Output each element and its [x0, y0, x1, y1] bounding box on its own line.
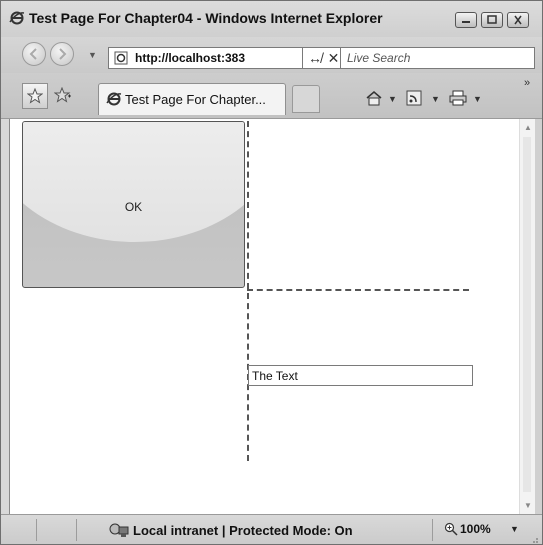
intranet-icon — [109, 522, 129, 543]
ie-logo-icon — [9, 10, 25, 26]
maximize-button[interactable] — [481, 12, 503, 28]
minimize-button[interactable] — [455, 12, 477, 28]
forward-arrow-icon — [59, 48, 67, 60]
history-dropdown-icon[interactable]: ▼ — [88, 50, 97, 60]
address-bar[interactable]: http://localhost:383 ▼ — [108, 47, 330, 69]
scroll-up-arrow-icon[interactable]: ▲ — [524, 123, 532, 132]
print-dropdown-icon[interactable]: ▼ — [473, 94, 482, 104]
scroll-down-arrow-icon[interactable]: ▼ — [524, 501, 532, 510]
new-tab-button[interactable] — [292, 85, 320, 113]
home-dropdown-icon[interactable]: ▼ — [388, 94, 397, 104]
stop-button[interactable]: ✕ — [327, 47, 341, 69]
add-favorites-button[interactable] — [50, 83, 76, 109]
tab-bar: Test Page For Chapter... ▼ ▼ ▼ » — [1, 73, 542, 119]
vertical-grid-splitter — [247, 121, 249, 461]
horizontal-grid-splitter — [247, 289, 469, 291]
printer-icon[interactable] — [449, 90, 467, 111]
zoom-dropdown-icon[interactable]: ▼ — [510, 524, 519, 534]
window-frame-edge — [535, 119, 542, 514]
status-divider — [432, 519, 433, 541]
close-window-button[interactable] — [507, 12, 529, 28]
zoom-level[interactable]: 100% — [460, 522, 491, 536]
add-favorite-icon — [54, 87, 71, 103]
search-placeholder[interactable]: Live Search — [347, 51, 410, 65]
favorites-button[interactable] — [22, 83, 48, 109]
ok-button[interactable]: OK — [22, 121, 245, 288]
home-icon[interactable] — [365, 90, 383, 111]
tab-test-page[interactable]: Test Page For Chapter... — [98, 83, 286, 115]
feeds-icon[interactable] — [406, 90, 422, 111]
window-title: Test Page For Chapter04 - Windows Intern… — [29, 10, 383, 26]
browser-window: Test Page For Chapter04 - Windows Intern… — [0, 0, 543, 545]
zone-status[interactable]: Local intranet | Protected Mode: On — [133, 523, 353, 538]
forward-button[interactable] — [50, 42, 74, 66]
button-gloss — [23, 122, 244, 242]
scroll-track[interactable] — [523, 137, 531, 492]
text-input[interactable]: The Text — [248, 365, 473, 386]
ok-button-label: OK — [124, 200, 143, 214]
star-icon — [27, 88, 43, 104]
title-bar: Test Page For Chapter04 - Windows Intern… — [1, 1, 542, 37]
refresh-button[interactable]: ↮ — [302, 47, 328, 69]
search-box[interactable]: Live Search — [340, 47, 535, 69]
vertical-scrollbar[interactable]: ▲ ▼ — [519, 119, 535, 514]
address-text[interactable]: http://localhost:383 — [135, 51, 245, 65]
ie-logo-icon — [106, 91, 122, 112]
status-divider — [76, 519, 77, 541]
page-icon — [114, 51, 128, 70]
back-arrow-icon — [29, 48, 37, 60]
feeds-dropdown-icon[interactable]: ▼ — [431, 94, 440, 104]
tab-label: Test Page For Chapter... — [125, 92, 266, 107]
chevron-more-icon[interactable]: » — [524, 77, 530, 89]
text-input-value[interactable]: The Text — [252, 369, 298, 383]
resize-grip-icon[interactable] — [529, 531, 539, 543]
status-divider — [36, 519, 37, 541]
page-content: OK The Text — [9, 119, 520, 514]
back-button[interactable] — [22, 42, 46, 66]
magnifier-icon[interactable] — [444, 522, 458, 541]
status-bar: Local intranet | Protected Mode: On 100%… — [1, 514, 542, 544]
